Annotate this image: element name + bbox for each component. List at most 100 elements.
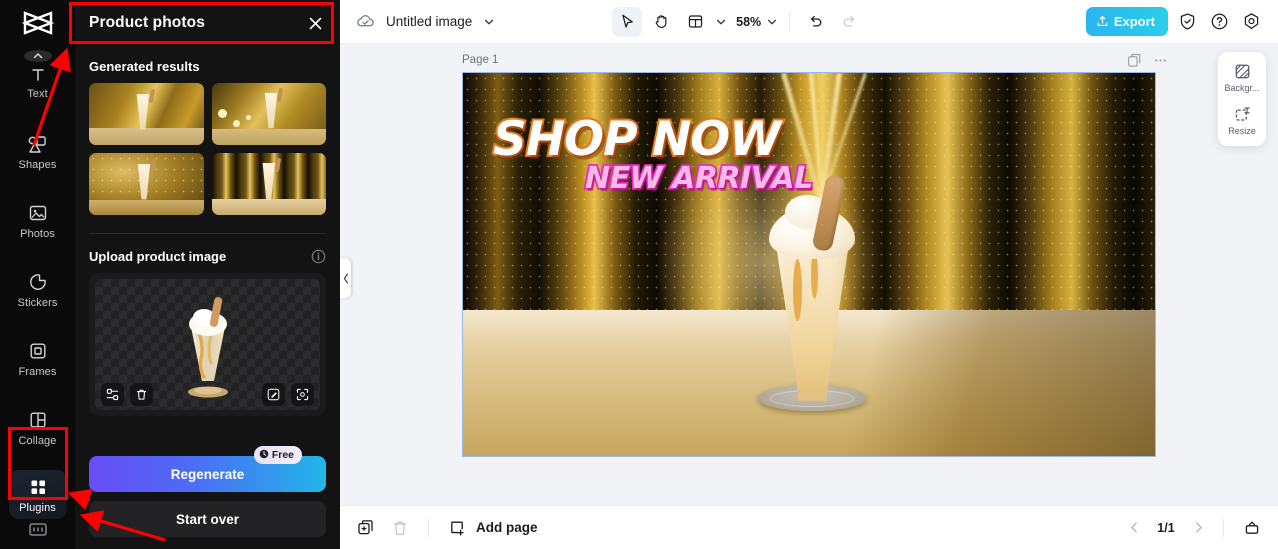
floating-tools-card: Backgr... Resize bbox=[1218, 52, 1266, 146]
info-icon[interactable] bbox=[311, 249, 326, 264]
sidebar-item-collage[interactable]: Collage bbox=[9, 403, 67, 452]
panel-body: Generated results Upload product image bbox=[75, 46, 340, 456]
subheadline-text: NEW ARRIVAL bbox=[583, 161, 815, 197]
sidebar-keyboard-button[interactable] bbox=[27, 519, 49, 544]
clock-icon bbox=[259, 449, 269, 462]
next-page-icon[interactable] bbox=[1189, 519, 1207, 537]
bottom-divider bbox=[428, 518, 429, 537]
stickers-icon bbox=[27, 271, 49, 293]
expand-icon[interactable] bbox=[291, 383, 314, 406]
sidebar-item-shapes[interactable]: Shapes bbox=[9, 127, 67, 176]
background-tool-button[interactable]: Backgr... bbox=[1222, 59, 1262, 96]
photos-icon bbox=[27, 202, 49, 224]
page-indicator: 1/1 bbox=[1157, 520, 1175, 535]
artboard[interactable]: SHOP NOW NEW ARRIVAL bbox=[462, 72, 1156, 457]
zoom-chevron-down-icon[interactable] bbox=[765, 15, 779, 29]
add-page-button[interactable]: Add page bbox=[445, 516, 538, 540]
chevron-down-icon[interactable] bbox=[482, 15, 496, 29]
panel-collapse-handle[interactable] bbox=[340, 258, 351, 298]
caramel-drip bbox=[793, 258, 803, 321]
export-button[interactable]: Export bbox=[1085, 7, 1168, 36]
cloud-saved-icon bbox=[354, 11, 376, 33]
sidebar-item-frames[interactable]: Frames bbox=[9, 334, 67, 383]
prev-page-icon[interactable] bbox=[1125, 519, 1143, 537]
shield-icon[interactable] bbox=[1176, 10, 1200, 34]
panel-divider bbox=[89, 233, 326, 234]
start-over-button[interactable]: Start over bbox=[89, 501, 326, 537]
add-page-icon bbox=[445, 516, 469, 540]
duplicate-icon[interactable] bbox=[354, 516, 378, 540]
generated-results-grid bbox=[89, 83, 326, 215]
bottom-divider-right bbox=[1223, 518, 1224, 537]
app-root: Text Shapes Photos Stickers Frames Colla… bbox=[0, 0, 1278, 549]
sidebar-item-label: Text bbox=[27, 88, 48, 100]
text-icon bbox=[27, 64, 49, 86]
magic-erase-icon[interactable] bbox=[262, 383, 285, 406]
duplicate-page-icon[interactable] bbox=[1126, 52, 1142, 68]
sidebar-item-label: Shapes bbox=[18, 159, 57, 171]
resize-icon bbox=[1233, 105, 1251, 123]
redo-button[interactable] bbox=[834, 7, 864, 37]
canvas-tools: 58% bbox=[612, 6, 864, 37]
sidebar-item-plugins[interactable]: Plugins bbox=[8, 470, 67, 519]
more-horizontal-icon[interactable] bbox=[1152, 52, 1168, 68]
collage-icon bbox=[27, 409, 49, 431]
artboard-artwork: SHOP NOW NEW ARRIVAL bbox=[463, 73, 1155, 456]
sidebar-item-label: Collage bbox=[18, 435, 57, 447]
canvas-area: Page 1 SHOP NOW NEW ARRIVAL Backgr... Re… bbox=[340, 44, 1278, 505]
headline-text: SHOP NOW bbox=[491, 112, 783, 167]
resize-tool-button[interactable]: Resize bbox=[1222, 102, 1262, 139]
sidebar-item-label: Stickers bbox=[17, 297, 58, 309]
panel-header: Product photos bbox=[75, 0, 340, 46]
panel-footer: Free Regenerate Start over bbox=[75, 446, 340, 549]
plugins-icon bbox=[27, 476, 49, 498]
sidebar-item-photos[interactable]: Photos bbox=[9, 196, 67, 245]
undo-button[interactable] bbox=[800, 7, 830, 37]
select-tool[interactable] bbox=[612, 6, 643, 37]
zoom-level[interactable]: 58% bbox=[736, 15, 761, 29]
bottom-toolbar: Add page 1/1 bbox=[340, 505, 1278, 549]
generated-thumbnail[interactable] bbox=[89, 153, 204, 215]
sidebar-item-label: Plugins bbox=[19, 502, 56, 514]
sidebar-item-text[interactable]: Text bbox=[9, 58, 67, 105]
milkshake-product bbox=[757, 169, 867, 456]
upload-title: Upload product image bbox=[89, 249, 227, 264]
document-title[interactable]: Untitled image bbox=[386, 14, 472, 29]
page-label: Page 1 bbox=[462, 54, 499, 66]
crop-icon[interactable] bbox=[101, 383, 124, 406]
layout-chevron-down-icon[interactable] bbox=[714, 15, 728, 29]
floor-shadow bbox=[670, 310, 1155, 456]
settings-icon[interactable] bbox=[1240, 10, 1264, 34]
upload-header: Upload product image bbox=[89, 249, 326, 264]
headline-group[interactable]: SHOP NOW NEW ARRIVAL bbox=[491, 112, 815, 197]
toolbar-divider bbox=[789, 12, 791, 31]
panel-title: Product photos bbox=[89, 14, 205, 31]
timeline-icon[interactable] bbox=[1240, 516, 1264, 540]
trash-icon[interactable] bbox=[130, 383, 153, 406]
help-icon[interactable] bbox=[1208, 10, 1232, 34]
upload-dropzone[interactable] bbox=[89, 273, 326, 416]
sidebar-item-stickers[interactable]: Stickers bbox=[9, 265, 67, 314]
topbar-right: Export bbox=[1085, 7, 1264, 36]
upload-icon bbox=[1096, 14, 1109, 30]
free-badge: Free bbox=[253, 446, 302, 464]
layout-tool[interactable] bbox=[680, 7, 710, 37]
background-icon bbox=[1233, 62, 1251, 80]
hand-tool[interactable] bbox=[646, 7, 676, 37]
top-toolbar: Untitled image 58% Export bbox=[340, 0, 1278, 44]
generated-thumbnail[interactable] bbox=[211, 83, 326, 145]
sidebar-item-label: Photos bbox=[20, 228, 55, 240]
sidebar-item-label: Frames bbox=[18, 366, 57, 378]
shapes-icon bbox=[27, 133, 49, 155]
generated-results-title: Generated results bbox=[89, 59, 200, 74]
add-page-label: Add page bbox=[476, 520, 538, 535]
frames-icon bbox=[27, 340, 49, 362]
generated-thumbnail[interactable] bbox=[89, 83, 204, 145]
capcut-logo-icon[interactable] bbox=[18, 10, 58, 36]
delete-icon[interactable] bbox=[388, 516, 412, 540]
close-icon[interactable] bbox=[304, 12, 326, 34]
generated-thumbnail[interactable] bbox=[211, 153, 326, 215]
main-area: Untitled image 58% Export Page 1 SHOP NO… bbox=[340, 0, 1278, 549]
left-sidebar: Text Shapes Photos Stickers Frames Colla… bbox=[0, 0, 75, 549]
page-navigation: 1/1 bbox=[1125, 516, 1264, 540]
